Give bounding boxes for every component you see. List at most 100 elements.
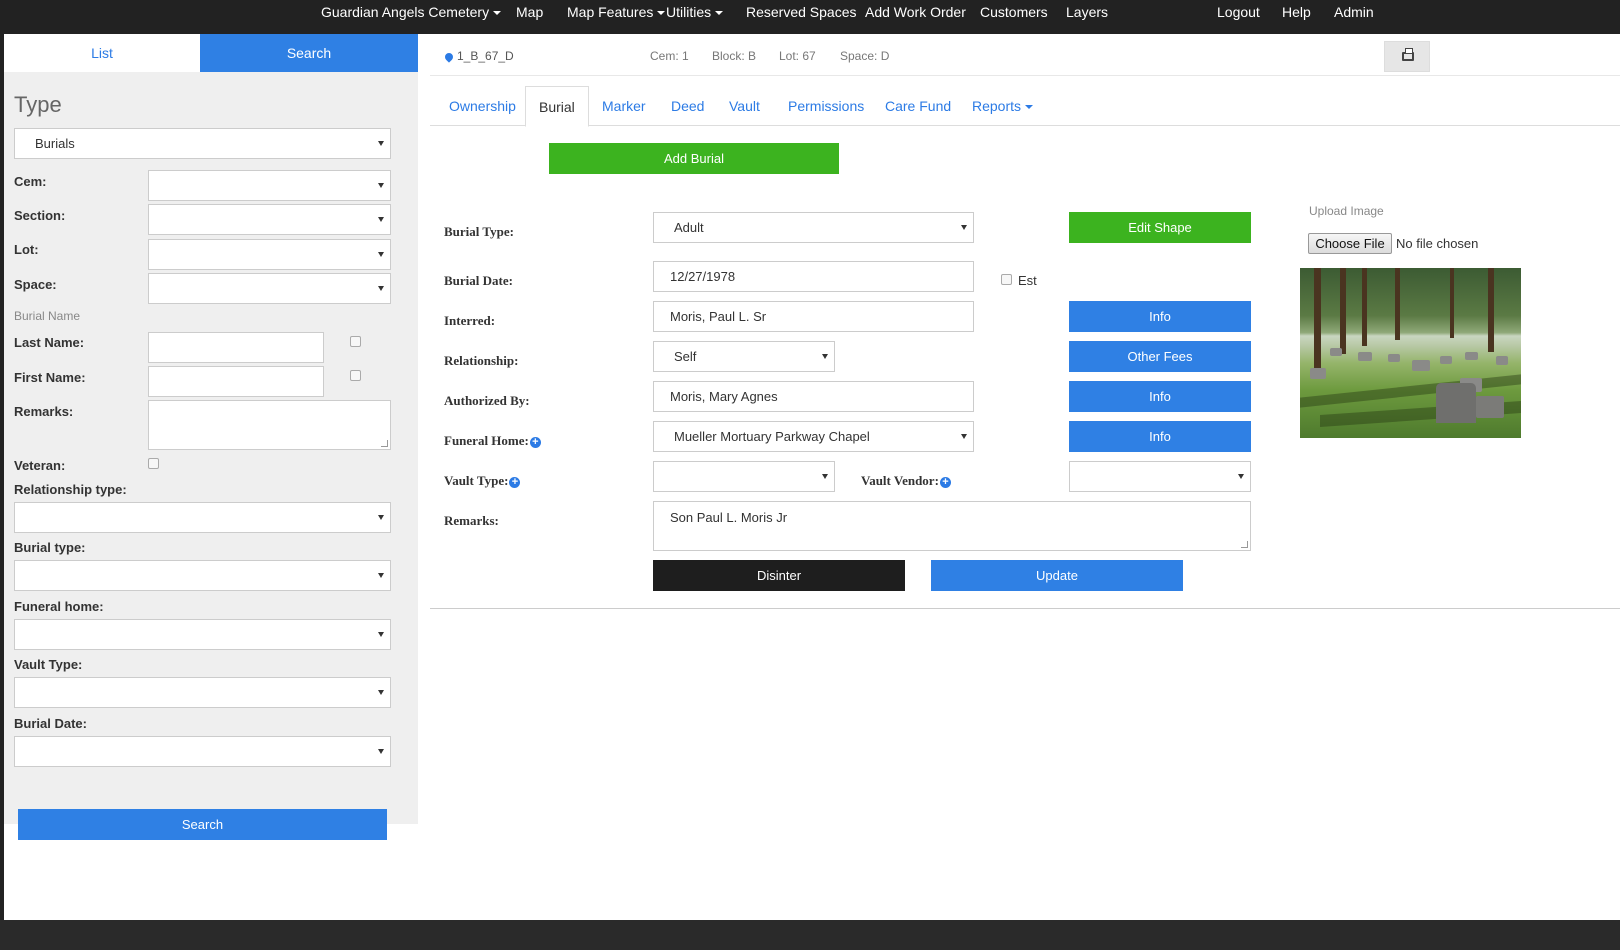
tab-permissions[interactable]: Permissions (775, 86, 877, 126)
type-select-value: Burials (35, 136, 75, 151)
authorized-by-info-button[interactable]: Info (1069, 381, 1251, 412)
burial-date-select[interactable] (14, 736, 391, 767)
space-info: Space: D (840, 49, 890, 63)
lot-info: Lot: 67 (779, 49, 816, 63)
cemetery-dropdown[interactable]: Guardian Angels Cemetery (321, 0, 502, 34)
remarks-textarea[interactable] (148, 400, 391, 450)
veteran-checkbox[interactable] (148, 458, 159, 469)
relationship-type-select[interactable] (14, 502, 391, 533)
tab-reports-label: Reports (972, 98, 1022, 114)
app-body: List Search Type Burials Cem: Section: L… (4, 34, 1620, 920)
tab-ownership[interactable]: Ownership (436, 86, 529, 126)
funeral-home-label: Funeral home: (14, 599, 104, 614)
vault-vendor-label: Vault Vendor: + (861, 473, 951, 489)
nav-map[interactable]: Map (516, 0, 543, 34)
other-fees-button[interactable]: Other Fees (1069, 341, 1251, 372)
print-button[interactable] (1384, 41, 1430, 72)
disinter-button[interactable]: Disinter (653, 560, 905, 591)
remarks-textarea[interactable]: Son Paul L. Moris Jr (653, 501, 1251, 551)
block-info: Block: B (712, 49, 757, 63)
authorized-by-input[interactable]: Moris, Mary Agnes (653, 381, 974, 412)
cem-select[interactable] (148, 170, 391, 201)
interred-info-button[interactable]: Info (1069, 301, 1251, 332)
first-name-input[interactable] (148, 366, 324, 397)
caret-down-icon (1025, 105, 1034, 110)
tab-list[interactable]: List (4, 34, 200, 72)
search-sidebar: List Search Type Burials Cem: Section: L… (4, 34, 418, 824)
caret-down-icon (715, 11, 724, 16)
nav-reserved-spaces[interactable]: Reserved Spaces (746, 0, 857, 34)
vault-type-select[interactable] (653, 461, 835, 492)
burial-type-select[interactable]: Adult (653, 212, 974, 243)
tab-vault[interactable]: Vault (716, 86, 773, 126)
authorized-by-label: Authorized By: (444, 393, 530, 408)
choose-file-button[interactable]: Choose File (1308, 233, 1392, 254)
nav-layers[interactable]: Layers (1066, 0, 1108, 34)
dropdown-arrow-icon (378, 217, 384, 222)
burial-date-label: Burial Date: (444, 273, 513, 288)
utilities-dropdown[interactable]: Utilities (666, 0, 724, 34)
nav-admin[interactable]: Admin (1334, 0, 1374, 34)
nav-help[interactable]: Help (1282, 0, 1311, 34)
burial-type-select[interactable] (14, 560, 391, 591)
no-file-text: No file chosen (1396, 236, 1479, 251)
sidebar-search-button[interactable]: Search (18, 809, 387, 840)
tab-deed[interactable]: Deed (658, 86, 717, 126)
tab-marker[interactable]: Marker (589, 86, 659, 126)
tab-care-fund[interactable]: Care Fund (872, 86, 964, 126)
nav-customers[interactable]: Customers (980, 0, 1048, 34)
funeral-home-select[interactable]: Mueller Mortuary Parkway Chapel (653, 421, 974, 452)
add-vault-vendor-icon[interactable]: + (939, 476, 951, 488)
interred-input[interactable]: Moris, Paul L. Sr (653, 301, 974, 332)
last-name-input[interactable] (148, 332, 324, 363)
first-name-checkbox[interactable] (350, 370, 361, 381)
lot-select[interactable] (148, 239, 391, 270)
last-name-checkbox[interactable] (350, 336, 361, 347)
location-id-text: 1_B_67_D (457, 49, 514, 63)
dropdown-arrow-icon (378, 183, 384, 188)
burial-type-label: Burial Type: (444, 224, 514, 239)
funeral-home-info-button[interactable]: Info (1069, 421, 1251, 452)
burial-date-input[interactable]: 12/27/1978 (653, 261, 974, 292)
utilities-label: Utilities (666, 4, 712, 20)
funeral-home-select[interactable] (14, 619, 391, 650)
add-burial-button[interactable]: Add Burial (549, 143, 839, 174)
resize-grip-icon[interactable] (381, 440, 388, 447)
dropdown-arrow-icon (378, 515, 384, 520)
dropdown-arrow-icon (822, 354, 828, 359)
tab-burial[interactable]: Burial (525, 86, 589, 127)
relationship-label: Relationship: (444, 353, 519, 368)
est-checkbox[interactable] (1001, 274, 1012, 285)
edit-shape-button[interactable]: Edit Shape (1069, 212, 1251, 243)
section-divider (430, 608, 1620, 609)
nav-add-work-order[interactable]: Add Work Order (865, 0, 966, 34)
map-features-dropdown[interactable]: Map Features (567, 0, 666, 34)
print-icon (1402, 48, 1414, 61)
cem-label: Cem: (14, 174, 47, 189)
update-button[interactable]: Update (931, 560, 1183, 591)
first-name-label: First Name: (14, 370, 86, 385)
map-marker-icon (443, 51, 455, 63)
relationship-value: Self (674, 349, 697, 364)
lot-label: Lot: (14, 242, 39, 257)
burial-name-heading: Burial Name (14, 309, 81, 323)
space-select[interactable] (148, 273, 391, 304)
vault-vendor-select[interactable] (1069, 461, 1251, 492)
space-label: Space: (14, 277, 57, 292)
tab-search[interactable]: Search (200, 34, 418, 72)
add-funeral-home-icon[interactable]: + (529, 436, 541, 448)
main-panel: 1_B_67_D Cem: 1 Block: B Lot: 67 Space: … (430, 34, 1620, 920)
tab-reports[interactable]: Reports (959, 86, 1046, 126)
vault-type-select[interactable] (14, 677, 391, 708)
type-select[interactable]: Burials (14, 128, 391, 159)
nav-logout[interactable]: Logout (1217, 0, 1260, 34)
add-vault-type-icon[interactable]: + (509, 476, 521, 488)
section-select[interactable] (148, 204, 391, 235)
resize-grip-icon[interactable] (1241, 541, 1248, 548)
cemetery-name: Guardian Angels Cemetery (321, 4, 490, 20)
vault-type-label: Vault Type: (14, 657, 83, 672)
upload-image-label: Upload Image (1309, 204, 1384, 218)
dropdown-arrow-icon (378, 749, 384, 754)
funeral-home-value: Mueller Mortuary Parkway Chapel (674, 429, 870, 444)
relationship-select[interactable]: Self (653, 341, 835, 372)
